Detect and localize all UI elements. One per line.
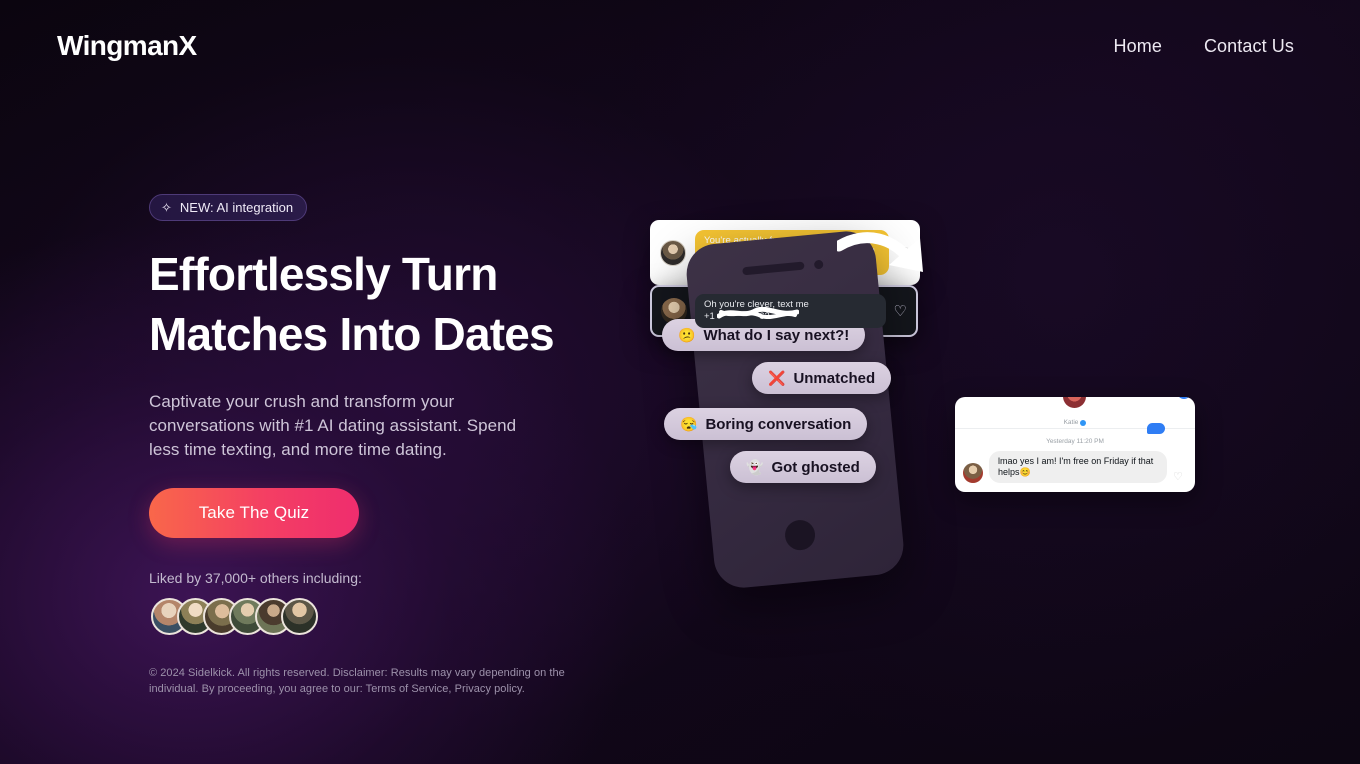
nav-link-home[interactable]: Home	[1114, 36, 1162, 57]
brand-logo[interactable]: WingmanX	[57, 30, 197, 62]
phone-speaker-icon	[742, 261, 805, 276]
legal-disclaimer: © 2024 Sidelkick. All rights reserved. D…	[149, 667, 565, 695]
avatar	[660, 239, 686, 266]
chat-message-text: lmao yes I am! I'm free on Friday if tha…	[989, 451, 1167, 483]
outgoing-message-bubble	[1147, 423, 1165, 434]
hero-content: ✧ NEW: AI integration Effortlessly Turn …	[149, 194, 589, 697]
landing-page: WingmanX Home Contact Us ✧ NEW: AI integ…	[0, 0, 1360, 764]
sparkle-icon: ✧	[161, 200, 172, 215]
confused-face-icon: 😕	[678, 327, 696, 343]
badge-label: NEW: AI integration	[179, 200, 294, 215]
page-title: Effortlessly Turn Matches Into Dates	[149, 244, 589, 364]
outgoing-message-bubble	[1177, 397, 1191, 399]
avatar	[1063, 397, 1086, 408]
redaction-scribble-icon	[717, 307, 799, 319]
avatar-group	[149, 598, 589, 635]
hero-subtitle: Captivate your crush and transform your …	[149, 392, 517, 459]
nav-link-contact-us[interactable]: Contact Us	[1204, 36, 1294, 57]
headline-line-2: Matches Into Dates	[149, 308, 555, 360]
heart-icon[interactable]: ♡	[894, 302, 907, 320]
pill-label: Unmatched	[793, 369, 876, 387]
chat-message-text: Oh you're clever, text me +1XXXXXXX63	[695, 294, 886, 328]
curved-arrow-icon	[837, 232, 923, 272]
verified-badge-icon	[1080, 419, 1087, 426]
contact-name: Katie	[1064, 419, 1087, 426]
take-the-quiz-button[interactable]: Take The Quiz	[149, 488, 359, 538]
pill-label: What do I say next?!	[703, 326, 850, 344]
cross-mark-icon: ❌	[768, 370, 786, 386]
pain-point-pill: 😪 Boring conversation	[664, 408, 868, 440]
avatar	[963, 463, 983, 483]
pain-point-pill: ❌ Unmatched	[752, 362, 892, 394]
main-navigation: Home Contact Us	[1114, 36, 1320, 57]
chat-message-row: lmao yes I am! I'm free on Friday if tha…	[955, 451, 1195, 483]
ghost-icon: 👻	[746, 459, 764, 475]
phone-home-button-icon	[783, 518, 817, 552]
hero-visual: 😕 What do I say next?! ❌ Unmatched 😪 Bor…	[650, 220, 1230, 591]
pill-label: Got ghosted	[771, 458, 860, 476]
sleepy-face-icon: 😪	[680, 416, 698, 432]
pill-label: Boring conversation	[705, 415, 852, 433]
phone-camera-icon	[813, 259, 824, 270]
heart-icon[interactable]: ♡	[1173, 470, 1183, 483]
social-proof-label: Liked by 37,000+ others including:	[149, 570, 362, 586]
message-timestamp: Yesterday 11:20 PM	[1046, 438, 1104, 445]
site-header: WingmanX Home Contact Us	[0, 0, 1360, 92]
contact-name-label: Katie	[1063, 419, 1079, 426]
new-feature-badge[interactable]: ✧ NEW: AI integration	[149, 194, 308, 221]
chat-card-header: Katie	[955, 397, 1195, 434]
pain-point-pill: 👻 Got ghosted	[730, 451, 876, 483]
chat-card-instagram: Katie Yesterday 11:20 PM lmao yes I am! …	[955, 397, 1195, 492]
headline-line-1: Effortlessly Turn	[149, 248, 498, 300]
phone-number-prefix: +1	[704, 311, 715, 322]
avatar	[281, 598, 318, 635]
